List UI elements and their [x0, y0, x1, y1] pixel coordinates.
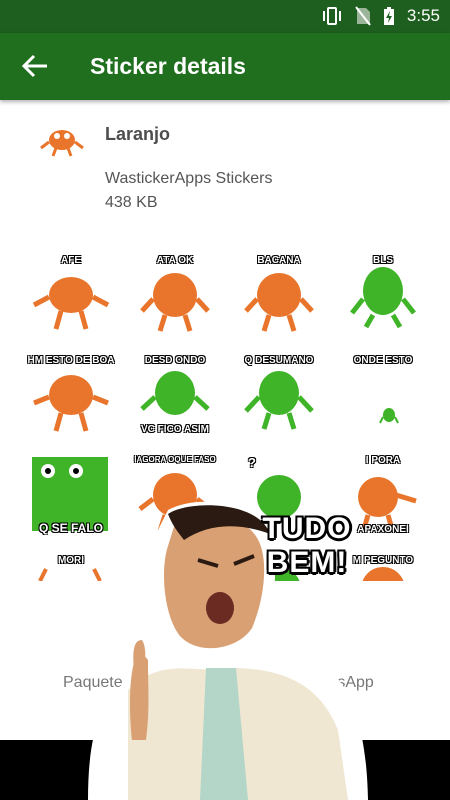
app-bar: Sticker details	[0, 33, 450, 100]
sticker-caption-top: IAGORA OQUE FASO	[134, 455, 216, 464]
page-title: Sticker details	[90, 53, 246, 79]
sticker-creature	[244, 273, 314, 332]
status-icons: 3:55	[321, 6, 440, 26]
battery-charging-icon	[383, 7, 394, 25]
status-time: 3:55	[406, 6, 440, 25]
sticker-item[interactable]: HM ESTO DE BOA	[26, 355, 116, 435]
sticker-body	[49, 375, 93, 415]
arrow-left-icon[interactable]	[20, 53, 50, 79]
sticker-caption-top: Q DESUMANO	[244, 355, 314, 366]
sticker-caption-bottom: VC FICO ASIM	[141, 424, 209, 435]
sticker-caption-top: BACANA	[257, 255, 301, 266]
sticker-creature	[140, 273, 210, 332]
sticker-caption-top: I PORA	[365, 455, 401, 466]
sticker-caption-top: AFE	[61, 255, 81, 266]
sticker-creature	[140, 371, 210, 415]
sticker-creature	[244, 371, 314, 430]
sticker-item[interactable]: ATA OK	[130, 255, 220, 335]
sticker-item[interactable]: BACANA	[234, 255, 324, 335]
pack-name: Laranjo	[105, 124, 171, 144]
sticker-creature	[32, 277, 110, 330]
no-sim-icon	[355, 6, 371, 26]
sticker-body	[155, 371, 195, 415]
sticker-body	[49, 277, 93, 313]
sticker-body	[153, 273, 197, 317]
sticker-caption-top: ATA OK	[156, 255, 194, 266]
overlay-caption: TUDO BEM!	[262, 512, 352, 579]
sticker-item[interactable]: ONDE ESTO	[338, 355, 428, 435]
sticker-item[interactable]: BLS	[338, 255, 428, 335]
sticker-creature	[350, 267, 416, 329]
sticker-body	[383, 408, 395, 422]
sticker-item[interactable]: AFE	[26, 255, 116, 335]
sticker-item[interactable]: Q DESUMANO	[234, 355, 324, 435]
sticker-caption-top: DESD ONDO	[144, 355, 206, 366]
pack-tray-icon	[40, 130, 84, 157]
sticker-caption-top: ONDE ESTO	[353, 355, 413, 366]
pack-publisher: WastickerApps Stickers	[105, 170, 273, 187]
sticker-body	[363, 267, 403, 315]
sticker-caption-top: HM ESTO DE BOA	[27, 355, 115, 366]
sticker-body	[257, 273, 301, 317]
sticker-body	[259, 371, 299, 415]
sticker-item[interactable]: DESD ONDO VC FICO ASIM	[130, 355, 220, 435]
status-bar: 3:55	[0, 0, 450, 33]
sticker-creature	[33, 375, 109, 432]
pack-size: 438 KB	[105, 194, 158, 211]
sticker-caption-top: BLS	[373, 255, 393, 266]
sticker-creature	[379, 408, 399, 424]
vibrate-icon	[322, 7, 341, 25]
sticker-caption-top: ?	[248, 455, 256, 470]
